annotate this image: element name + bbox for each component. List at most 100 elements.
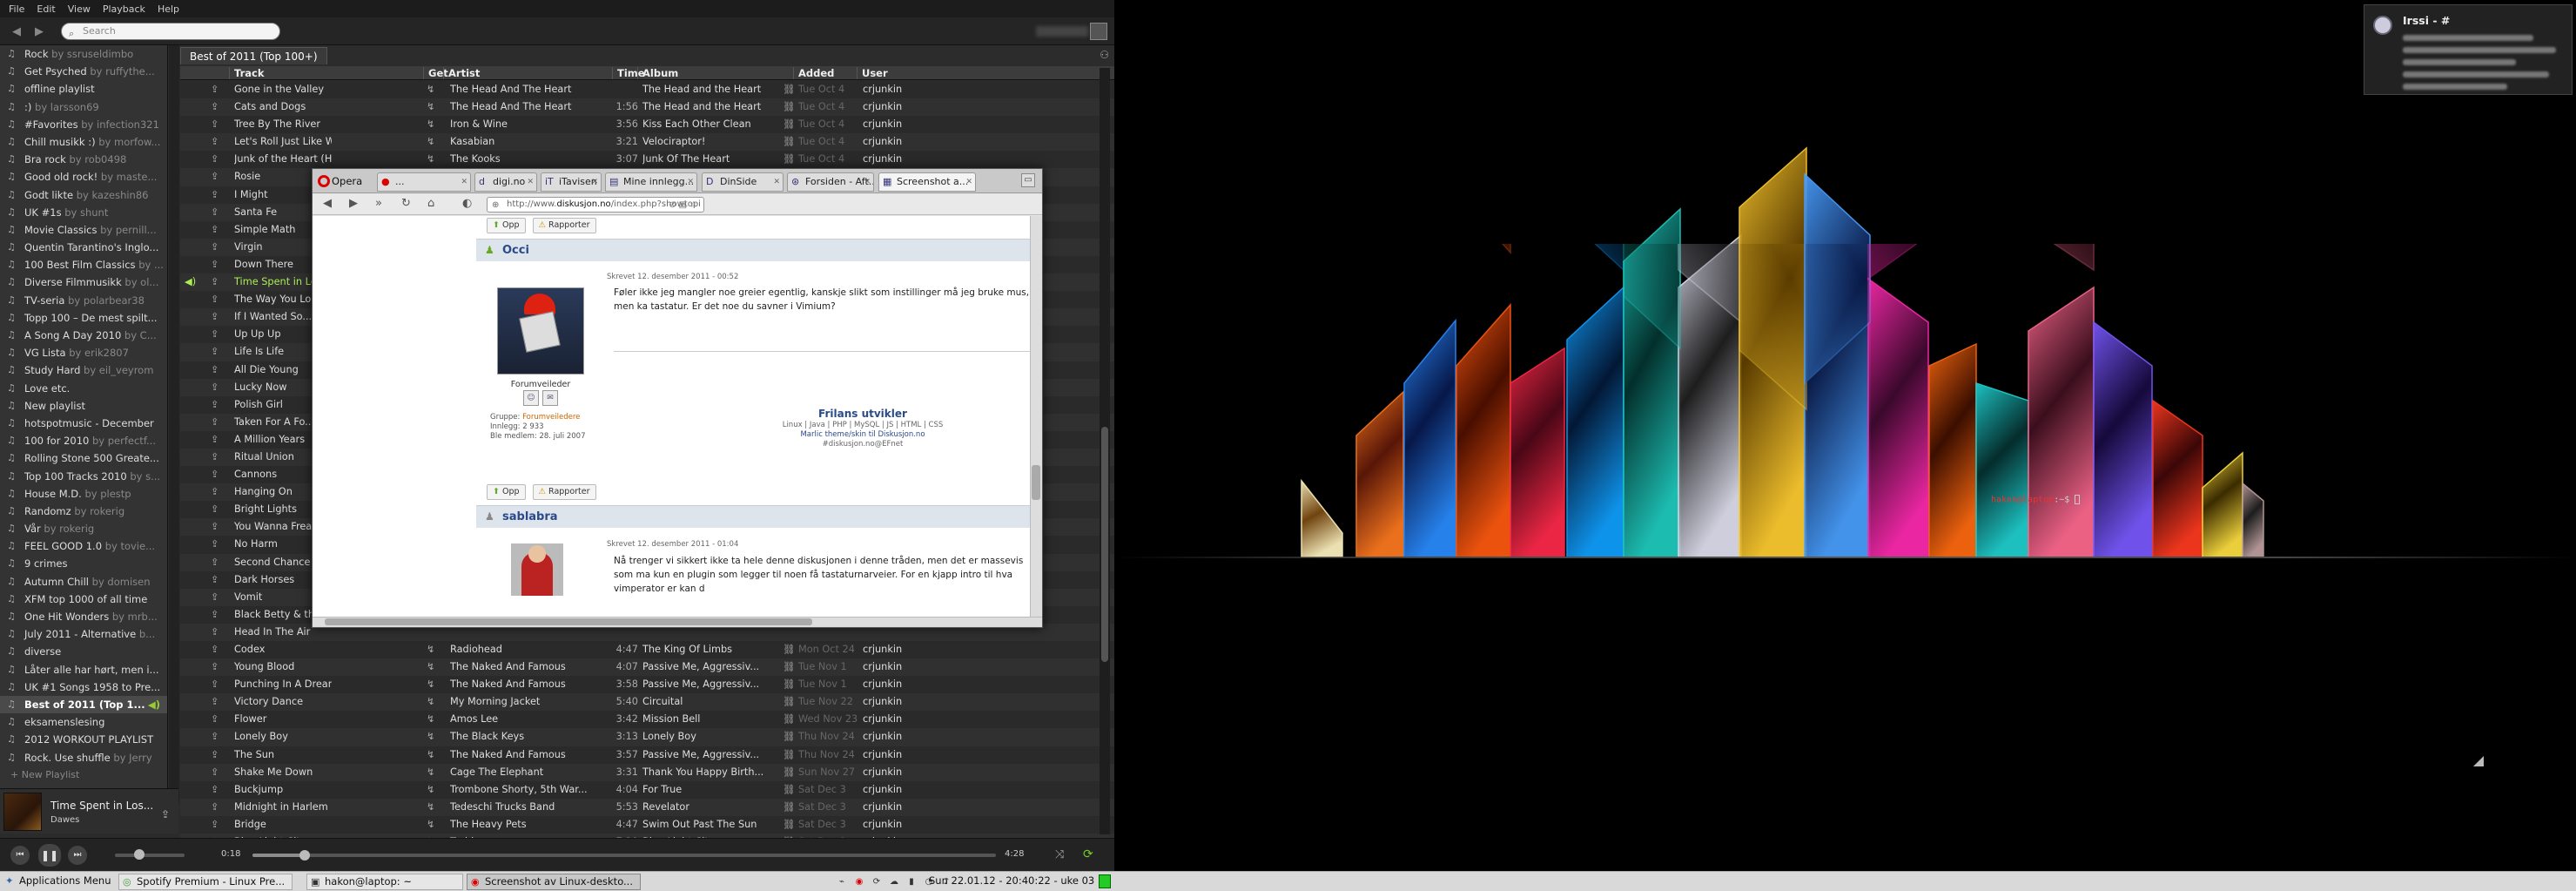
share-icon[interactable]: ⇪ (211, 536, 219, 553)
table-row[interactable]: ⇪ Codex ↯ Radiohead 4:47 The King Of Limbs ⛓ Mo… (180, 641, 1114, 659)
close-icon[interactable]: ✕ (773, 173, 780, 191)
username-blurred[interactable] (1036, 26, 1088, 37)
sidebar-playlist[interactable]: ♫ Get Psyched by ruffythe... (0, 63, 167, 80)
cell-user[interactable]: crjunkin (863, 81, 902, 98)
col-artist[interactable]: Artist (443, 67, 480, 79)
share-icon[interactable]: ⇪ (161, 808, 170, 820)
get-icon[interactable]: ↯ (427, 98, 434, 116)
sidebar-playlist[interactable]: ♫ hotspotmusic - December (0, 415, 167, 432)
seek-bar[interactable] (252, 850, 996, 861)
get-icon[interactable]: ↯ (427, 133, 434, 151)
menu-file[interactable]: File (9, 3, 24, 15)
page-scrollbar[interactable] (1030, 216, 1042, 618)
volume-slider[interactable] (115, 854, 185, 857)
share-icon[interactable]: ⇪ (211, 728, 219, 746)
link-icon[interactable]: ⛓ (783, 116, 795, 133)
share-icon[interactable]: ⇪ (211, 589, 219, 606)
cell-user[interactable]: crjunkin (863, 799, 902, 816)
link-icon[interactable]: ⛓ (783, 641, 795, 658)
share-icon[interactable]: ⇪ (211, 466, 219, 483)
taskbar-item[interactable]: ◎ Spotify Premium - Linux Pre... (118, 874, 293, 890)
menu-help[interactable]: Help (158, 3, 179, 15)
sidebar-playlist[interactable]: ♫ Topp 100 – De mest spilt... (0, 309, 167, 327)
table-row[interactable]: ⇪ Shake Me Down ↯ Cage The Elephant 3:31 Than… (180, 763, 1114, 781)
close-icon[interactable]: ✕ (527, 173, 534, 191)
home-icon[interactable]: ⌂ (427, 197, 434, 210)
browser-tab[interactable]: d digi.no ✕ (474, 172, 537, 192)
cell-album[interactable]: Passive Me, Aggressiv... (642, 746, 782, 764)
fast-forward-icon[interactable]: » (375, 197, 382, 210)
share-icon[interactable]: ⇪ (211, 483, 219, 501)
table-row[interactable]: ⇪ Cats and Dogs ↯ The Head And The Heart 1:5… (180, 98, 1114, 117)
menu-edit[interactable]: Edit (37, 3, 55, 15)
link-icon[interactable]: ⛓ (783, 711, 795, 728)
share-icon[interactable]: ⇪ (211, 624, 219, 641)
link-icon[interactable]: ⛓ (783, 799, 795, 816)
col-track[interactable]: Track (229, 67, 264, 79)
sidebar-playlist[interactable]: ♫ Godt likte by kazeshin86 (0, 186, 167, 204)
now-playing-artist[interactable]: Dawes (50, 815, 79, 825)
repeat-icon[interactable]: ⟳ (1083, 847, 1093, 861)
cell-album[interactable]: Kiss Each Other Clean (642, 116, 782, 133)
sidebar-playlist[interactable]: ♫ #Favorites by infection321 (0, 116, 167, 133)
link-icon[interactable]: ⛓ (783, 151, 795, 168)
volume-knob[interactable] (134, 849, 145, 860)
search-input[interactable]: ⌕ Search (61, 23, 280, 40)
table-row[interactable]: ⇪ Young Blood ↯ The Naked And Famous 4:07 Pas… (180, 658, 1114, 677)
cell-user[interactable]: crjunkin (863, 116, 902, 133)
close-icon[interactable]: ✕ (687, 173, 694, 191)
cell-artist[interactable]: Trombone Shorty, 5th War... (450, 781, 607, 799)
cell-artist[interactable]: Tedeschi Trucks Band (450, 799, 607, 816)
menu-playback[interactable]: Playback (103, 3, 145, 15)
share-icon[interactable]: ⇪ (211, 711, 219, 728)
back-icon[interactable]: ◀ (323, 197, 332, 210)
cell-artist[interactable]: The Naked And Famous (450, 676, 607, 693)
sidebar-playlist[interactable]: ♫ Vår by rokerig (0, 520, 167, 537)
share-icon[interactable]: ⇪ (211, 81, 219, 98)
get-icon[interactable]: ↯ (427, 746, 434, 764)
sidebar-playlist[interactable]: ♫ eksamenslesing (0, 713, 167, 731)
link-icon[interactable]: ⛓ (783, 133, 795, 151)
network-icon[interactable]: ⌁ (836, 876, 848, 888)
taskbar-item[interactable]: ◉ Screenshot av Linux-deskto... (467, 874, 641, 890)
share-icon[interactable]: ⇪ (211, 764, 219, 781)
sidebar-playlist[interactable]: ♫ Bra rock by rob0498 (0, 151, 167, 168)
tracklist-scroll-thumb[interactable] (1101, 427, 1108, 662)
close-icon[interactable]: ✕ (965, 173, 972, 191)
link-icon[interactable]: ⛓ (783, 781, 795, 799)
cell-user[interactable]: crjunkin (863, 133, 902, 151)
cell-album[interactable]: The Head and the Heart (642, 98, 782, 116)
playlist-tab[interactable]: Best of 2011 (Top 100+) (180, 47, 327, 64)
table-row[interactable]: ⇪ Midnight in Harlem ↯ Tedeschi Trucks Band… (180, 798, 1114, 816)
share-icon[interactable]: ⇪ (211, 379, 219, 396)
user-avatar[interactable] (1090, 23, 1107, 40)
share-icon[interactable]: ⇪ (211, 658, 219, 676)
cell-artist[interactable]: Amos Lee (450, 711, 607, 728)
get-icon[interactable]: ↯ (427, 764, 434, 781)
cell-album[interactable]: Passive Me, Aggressiv... (642, 658, 782, 676)
col-user[interactable]: User (857, 67, 888, 79)
sidebar-playlist[interactable]: ♫ Movie Classics by pernill... (0, 221, 167, 239)
forward-icon[interactable]: ▶ (349, 197, 358, 210)
link-icon[interactable]: ⛓ (783, 693, 795, 711)
share-icon[interactable]: ⇪ (211, 256, 219, 273)
link-icon[interactable]: ⛓ (783, 728, 795, 746)
cell-album[interactable]: Mission Bell (642, 711, 782, 728)
share-icon[interactable]: ⇪ (211, 326, 219, 343)
sidebar-playlist[interactable]: ♫ Låter alle har hørt, men i... (0, 661, 167, 678)
cell-album[interactable]: Junk Of The Heart (642, 151, 782, 168)
share-icon[interactable]: ⇪ (211, 554, 219, 571)
get-icon[interactable]: ↯ (427, 799, 434, 816)
share-icon[interactable]: ⇪ (211, 186, 219, 204)
sidebar-playlist[interactable]: ♫ offline playlist (0, 80, 167, 98)
message-icon[interactable]: ✉ (542, 390, 558, 406)
signature-link[interactable]: Marlic theme/skin til Diskusjon.no (776, 430, 950, 440)
sidebar-playlist[interactable]: ♫ Good old rock! by maste... (0, 168, 167, 186)
share-icon[interactable]: ⇪ (211, 816, 219, 834)
sidebar-playlist[interactable]: ♫ Randomz by rokerig (0, 503, 167, 520)
get-icon[interactable]: ↯ (427, 728, 434, 746)
cell-user[interactable]: crjunkin (863, 711, 902, 728)
share-icon[interactable]: ⇪ (211, 746, 219, 764)
share-icon[interactable]: ⇪ (211, 414, 219, 431)
page-scroll-thumb[interactable] (1032, 465, 1040, 500)
